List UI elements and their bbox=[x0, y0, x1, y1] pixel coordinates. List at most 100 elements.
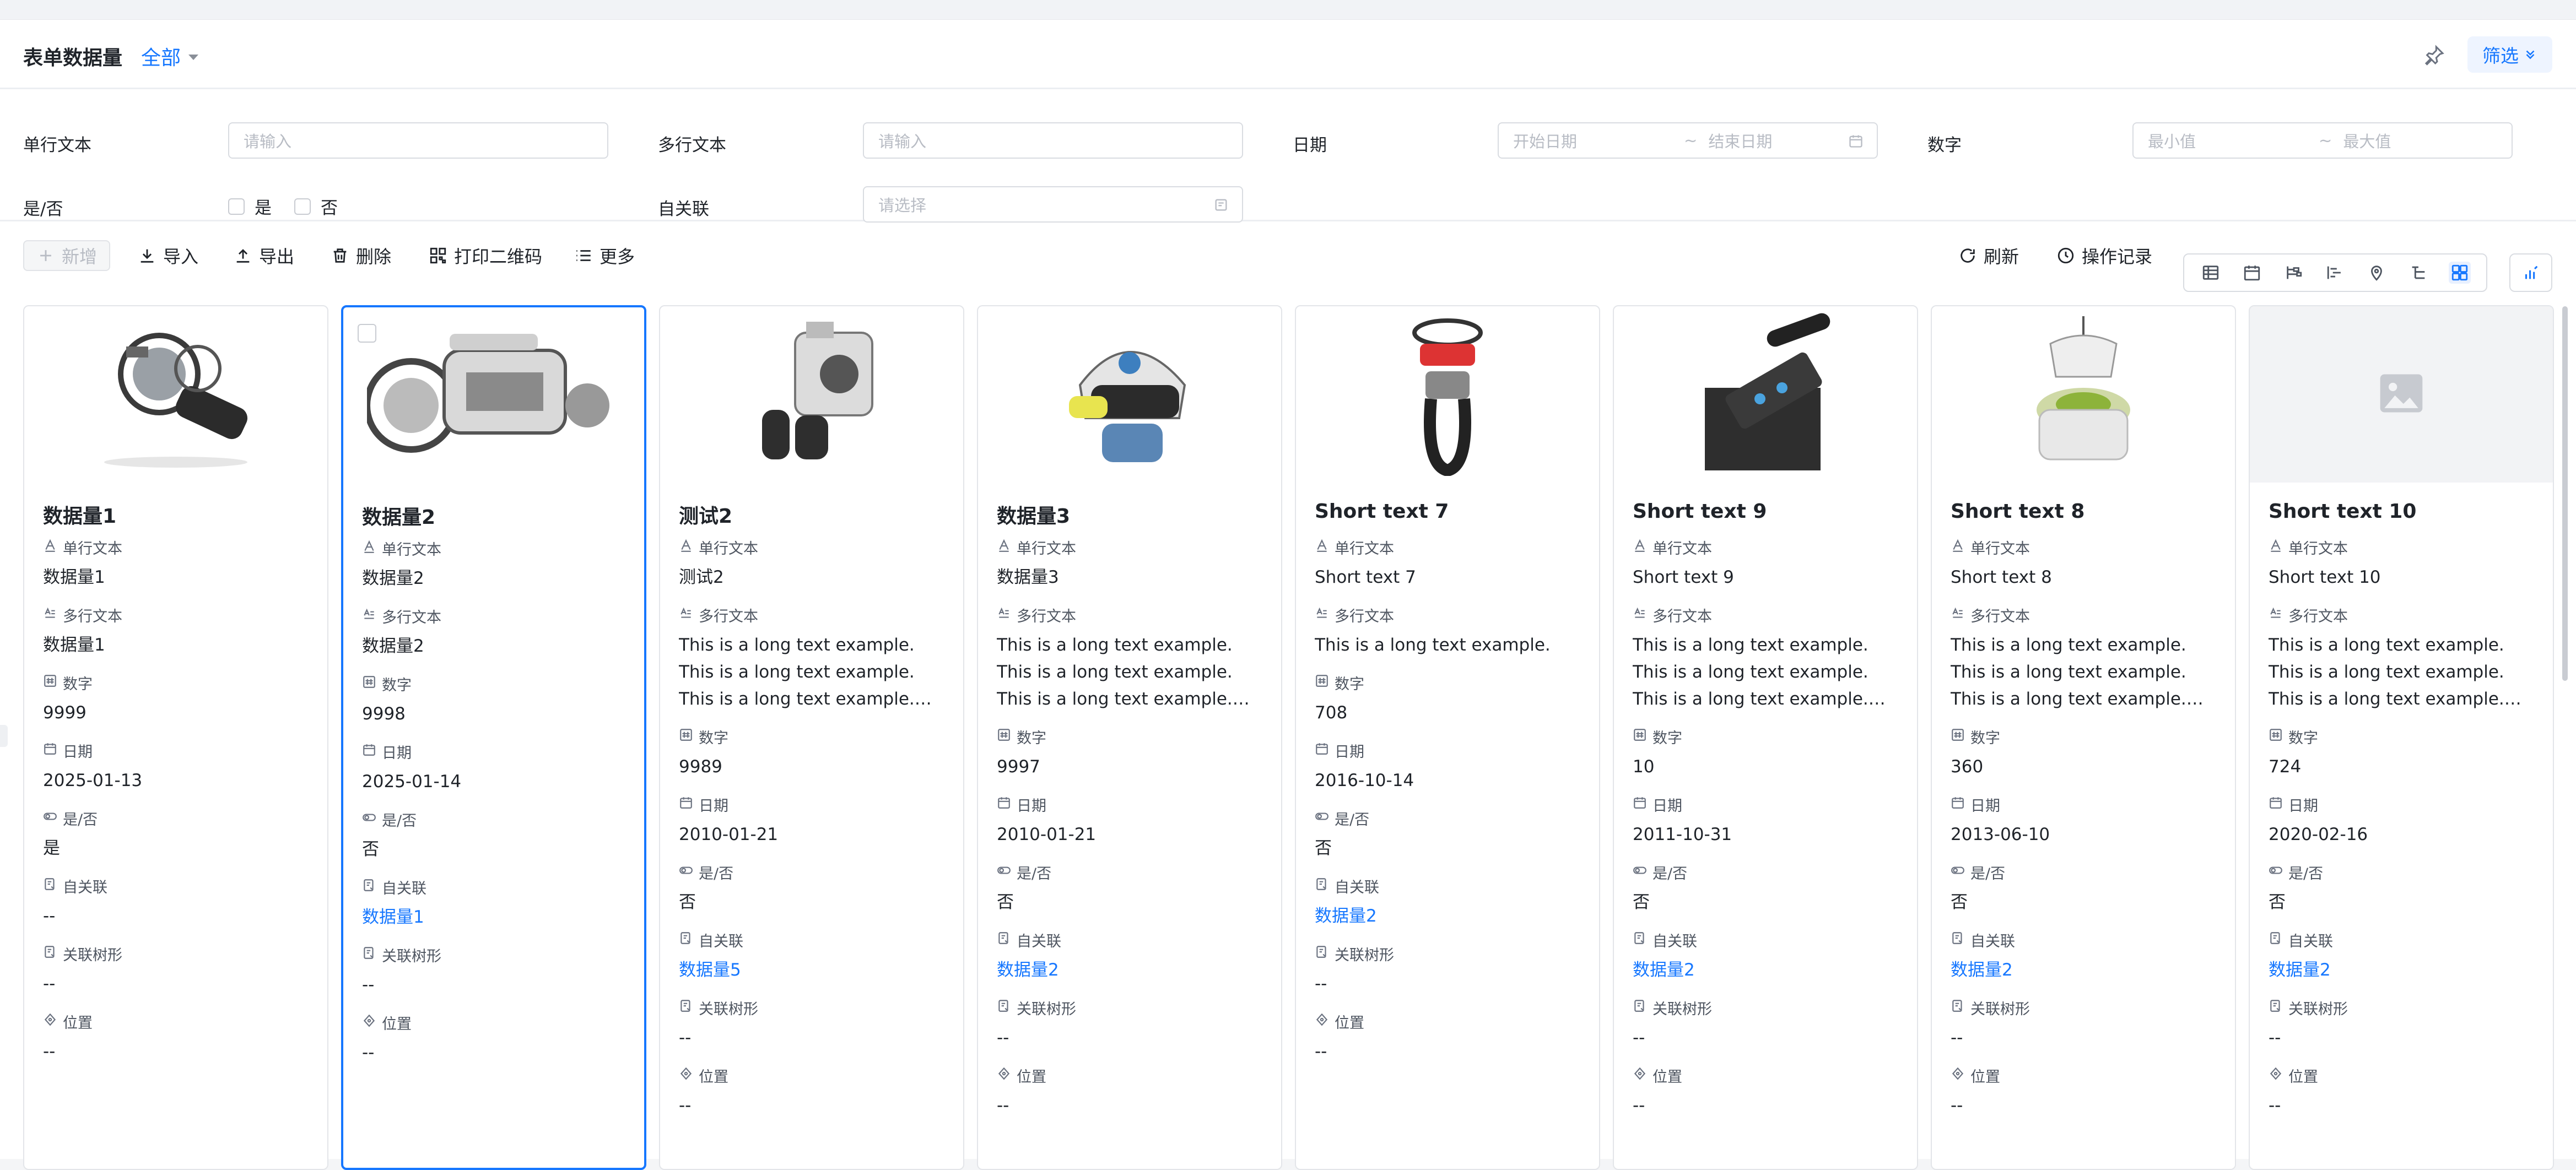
card-field-single: 单行文本 Short text 10 bbox=[2269, 538, 2536, 591]
card-select-checkbox[interactable] bbox=[358, 324, 376, 343]
record-card[interactable]: Short text 9 单行文本 Short text 9 多行文本 This is … bbox=[1613, 305, 1918, 1170]
field-label: 是/否 bbox=[382, 812, 417, 830]
card-title: 数据量3 bbox=[997, 505, 1071, 528]
field-name: 单行文本 bbox=[997, 538, 1265, 557]
checkbox[interactable] bbox=[294, 198, 311, 215]
calendar-view-icon[interactable] bbox=[2241, 262, 2263, 284]
field-value: Short text 8 bbox=[1951, 567, 2052, 587]
filter-button[interactable]: 筛选 bbox=[2467, 36, 2552, 73]
field-value: 2013-06-10 bbox=[1951, 825, 2050, 844]
text-field-icon bbox=[1633, 538, 1647, 556]
print-qr-button[interactable]: 打印二维码 bbox=[429, 240, 542, 271]
card-fields: 单行文本 Short text 9 多行文本 This is a long text … bbox=[1633, 538, 1900, 1134]
record-card[interactable]: 数据量2 单行文本 数据量2 多行文本 数据量2 数字 9998 日期 2025-01-14 是/… bbox=[341, 305, 646, 1170]
map-view-icon[interactable] bbox=[2366, 262, 2388, 284]
filter-label-single-text: 单行文本 bbox=[23, 136, 91, 155]
card-field-self-link: 自关联 -- bbox=[43, 876, 311, 930]
view-selector[interactable]: 全部 bbox=[141, 42, 199, 71]
multiline-field-icon bbox=[679, 606, 693, 624]
gallery-view-icon[interactable] bbox=[2449, 262, 2471, 284]
field-label: 关联树形 bbox=[382, 947, 441, 965]
linked-record-link[interactable]: 数据量2 bbox=[1633, 957, 1900, 984]
field-value: -- bbox=[362, 1043, 375, 1063]
field-label: 位置 bbox=[1652, 1068, 1682, 1086]
linked-record-link[interactable]: 数据量1 bbox=[362, 904, 630, 931]
filter-yes-checkbox[interactable]: 是 bbox=[228, 194, 272, 219]
field-name: 数字 bbox=[997, 727, 1265, 747]
filter-self-link-select[interactable]: 请选择 bbox=[863, 186, 1243, 223]
top-strip bbox=[0, 0, 2576, 20]
refresh-button-label: 刷新 bbox=[1984, 246, 2019, 267]
linked-record-link[interactable]: 数据量5 bbox=[679, 957, 947, 984]
checkbox[interactable] bbox=[228, 198, 245, 215]
add-button[interactable]: 新增 bbox=[23, 240, 111, 271]
filter-single-text-input[interactable]: 请输入 bbox=[228, 122, 608, 159]
history-button[interactable]: 操作记录 bbox=[2056, 240, 2152, 271]
field-name: 自关联 bbox=[2269, 930, 2536, 950]
record-card[interactable]: 测试2 单行文本 测试2 多行文本 This is a long text exampl… bbox=[659, 305, 964, 1170]
location-field-icon bbox=[1315, 1012, 1329, 1031]
table-view-icon[interactable] bbox=[2200, 262, 2222, 284]
filter-number-range-input[interactable]: 最小值 ~ 最大值 bbox=[2132, 122, 2513, 159]
sidebar-expand-handle[interactable] bbox=[0, 725, 8, 747]
record-card[interactable]: Short text 10 单行文本 Short text 10 多行文本 This i… bbox=[2249, 305, 2554, 1170]
field-name: 位置 bbox=[1633, 1066, 1900, 1086]
min-placeholder: 最小值 bbox=[2148, 132, 2196, 151]
field-value: 2020-02-16 bbox=[2269, 825, 2368, 844]
field-label: 日期 bbox=[1017, 797, 1046, 815]
record-card[interactable]: 数据量1 单行文本 数据量1 多行文本 数据量1 数字 9999 日期 2025-01-13 是/… bbox=[23, 305, 328, 1170]
history-button-label: 操作记录 bbox=[2082, 246, 2153, 267]
linked-record-link[interactable]: 数据量2 bbox=[1315, 903, 1583, 930]
linked-record-link[interactable]: 数据量2 bbox=[2269, 957, 2536, 984]
filter-date-range-input[interactable]: 开始日期 ~ 结束日期 bbox=[1498, 122, 1878, 159]
card-title: Short text 7 bbox=[1315, 500, 1449, 523]
field-name: 自关联 bbox=[997, 930, 1265, 950]
more-button[interactable]: 更多 bbox=[574, 240, 635, 271]
org-view-icon[interactable] bbox=[2283, 262, 2305, 284]
delete-button[interactable]: 删除 bbox=[331, 240, 391, 271]
export-button[interactable]: 导出 bbox=[234, 240, 294, 271]
pin-icon[interactable] bbox=[2423, 44, 2445, 66]
vertical-scrollbar[interactable] bbox=[2562, 306, 2568, 681]
tree-view-icon[interactable] bbox=[2407, 262, 2429, 284]
number-field-icon bbox=[1315, 674, 1329, 692]
linked-record-link[interactable]: 数据量2 bbox=[997, 957, 1265, 984]
filter-no-checkbox[interactable]: 否 bbox=[294, 194, 338, 219]
card-field-location: 位置 -- bbox=[1951, 1066, 2218, 1119]
field-label: 是/否 bbox=[1970, 865, 2006, 882]
date-field-icon bbox=[362, 743, 376, 761]
field-value: -- bbox=[997, 1028, 1009, 1048]
field-label: 关联树形 bbox=[63, 946, 122, 964]
field-name: 日期 bbox=[1951, 795, 2218, 815]
multiline-field-icon bbox=[2269, 606, 2283, 624]
tree-link-field-icon bbox=[43, 945, 57, 963]
field-name: 自关联 bbox=[1951, 930, 2218, 950]
field-name: 数字 bbox=[1951, 727, 2218, 747]
field-value: 否 bbox=[1951, 892, 1968, 912]
link-field-icon bbox=[1315, 877, 1329, 895]
gantt-view-icon[interactable] bbox=[2324, 262, 2346, 284]
field-value: 是 bbox=[43, 838, 60, 858]
filter-multi-text-input[interactable]: 请输入 bbox=[863, 122, 1243, 159]
field-name: 关联树形 bbox=[997, 998, 1265, 1018]
record-card[interactable]: Short text 7 单行文本 Short text 7 多行文本 This is … bbox=[1295, 305, 1600, 1170]
field-label: 日期 bbox=[2288, 797, 2318, 815]
field-value: 9989 bbox=[679, 757, 722, 777]
card-field-yesno: 是/否否 bbox=[362, 810, 630, 863]
card-field-location: 位置 -- bbox=[43, 1012, 311, 1065]
link-field-icon bbox=[362, 878, 376, 896]
card-field-date: 日期 2025-01-13 bbox=[43, 741, 311, 794]
record-card[interactable]: 数据量3 单行文本 数据量3 多行文本 This is a long text exam… bbox=[977, 305, 1282, 1170]
checkbox-label: 是 bbox=[255, 198, 272, 218]
field-name: 数字 bbox=[1315, 673, 1583, 693]
field-name: 自关联 bbox=[1315, 876, 1583, 896]
field-value: -- bbox=[2269, 1028, 2281, 1048]
field-label: 日期 bbox=[63, 743, 93, 761]
linked-record-link[interactable]: 数据量2 bbox=[1951, 957, 2218, 984]
field-value: -- bbox=[679, 1028, 692, 1048]
import-button[interactable]: 导入 bbox=[138, 240, 198, 271]
placeholder: 请输入 bbox=[878, 132, 927, 151]
location-field-icon bbox=[362, 1014, 376, 1032]
refresh-button[interactable]: 刷新 bbox=[1958, 240, 2019, 271]
record-card[interactable]: Short text 8 单行文本 Short text 8 多行文本 This is … bbox=[1931, 305, 2236, 1170]
